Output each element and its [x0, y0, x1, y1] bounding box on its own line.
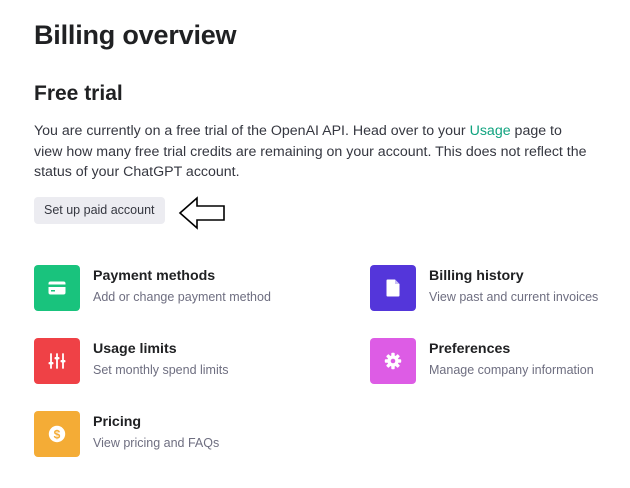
- payment-methods-description: Add or change payment method: [93, 290, 271, 304]
- svg-text:$: $: [54, 427, 61, 441]
- preferences-title: Preferences: [429, 341, 511, 357]
- billing-history-title: Billing history: [429, 268, 524, 284]
- preferences-description: Manage company information: [429, 363, 594, 377]
- free-trial-description: You are currently on a free trial of the…: [34, 121, 594, 183]
- dollar-icon: $: [34, 411, 80, 457]
- gear-icon: [370, 338, 416, 384]
- sliders-icon: [34, 338, 80, 384]
- pricing-description: View pricing and FAQs: [93, 436, 220, 450]
- set-up-paid-account-button[interactable]: Set up paid account: [34, 197, 165, 224]
- pricing-card[interactable]: $ Pricing View pricing and FAQs: [34, 411, 219, 457]
- usage-link[interactable]: Usage: [470, 123, 511, 139]
- document-icon: [370, 265, 416, 311]
- page-title: Billing overview: [34, 20, 237, 50]
- section-title-free-trial: Free trial: [34, 82, 123, 105]
- payment-methods-card[interactable]: Payment methods Add or change payment me…: [34, 265, 271, 311]
- usage-limits-description: Set monthly spend limits: [93, 363, 229, 377]
- preferences-card[interactable]: Preferences Manage company information: [370, 338, 594, 384]
- pointer-arrow-icon: [178, 196, 225, 230]
- free-trial-text-start: You are currently on a free trial of the…: [34, 123, 470, 139]
- billing-history-card[interactable]: Billing history View past and current in…: [370, 265, 598, 311]
- usage-limits-card[interactable]: Usage limits Set monthly spend limits: [34, 338, 228, 384]
- payment-methods-title: Payment methods: [93, 268, 216, 284]
- usage-limits-title: Usage limits: [93, 341, 177, 357]
- credit-card-icon: [34, 265, 80, 311]
- pricing-title: Pricing: [93, 414, 142, 430]
- billing-history-description: View past and current invoices: [429, 290, 599, 304]
